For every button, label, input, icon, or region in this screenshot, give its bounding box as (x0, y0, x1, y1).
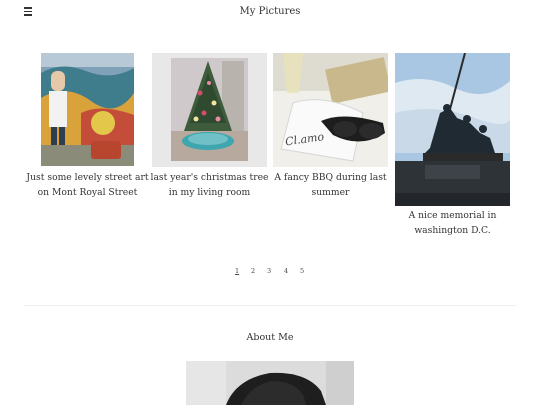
caption-line: last year's christmas tree (150, 172, 269, 183)
caption-line: washington D.C. (414, 225, 491, 236)
pagination: 1 2 3 4 5 (0, 267, 540, 279)
page-link-4[interactable]: 4 (284, 267, 288, 275)
caption-line: summer (311, 187, 350, 198)
caption-line: A nice memorial in (408, 210, 497, 221)
caption-line: on Mont Royal Street (37, 187, 138, 198)
bbq-image[interactable]: Cl.amo (273, 53, 392, 167)
page-link-1[interactable]: 1 (235, 267, 239, 275)
page-link-2[interactable]: 2 (251, 267, 255, 275)
site-title[interactable]: My Pictures (0, 6, 540, 17)
memorial-image[interactable] (395, 52, 511, 206)
caption-line: A fancy BBQ during last (274, 172, 387, 183)
gallery-item-memorial[interactable]: A nice memorial in washington D.C. (395, 50, 511, 240)
top-bar: My Pictures (0, 0, 540, 28)
gallery-item-street-art[interactable]: Just some levely street art on Mont Roya… (26, 50, 149, 200)
about-me-heading: About Me (246, 332, 294, 343)
page-link-3[interactable]: 3 (267, 267, 271, 275)
street-art-image[interactable] (41, 53, 134, 166)
section-divider (24, 305, 516, 306)
about-portrait-image (186, 361, 354, 405)
caption-line: in my living room (168, 187, 251, 198)
caption-line: Just some levely street art (26, 172, 149, 183)
page-link-5[interactable]: 5 (300, 267, 304, 275)
christmas-tree-image[interactable] (152, 53, 267, 167)
gallery-item-bbq[interactable]: Cl.amo A fancy BBQ during last summer (273, 50, 392, 200)
gallery-item-christmas-tree[interactable]: last year's christmas tree in my living … (151, 50, 268, 200)
